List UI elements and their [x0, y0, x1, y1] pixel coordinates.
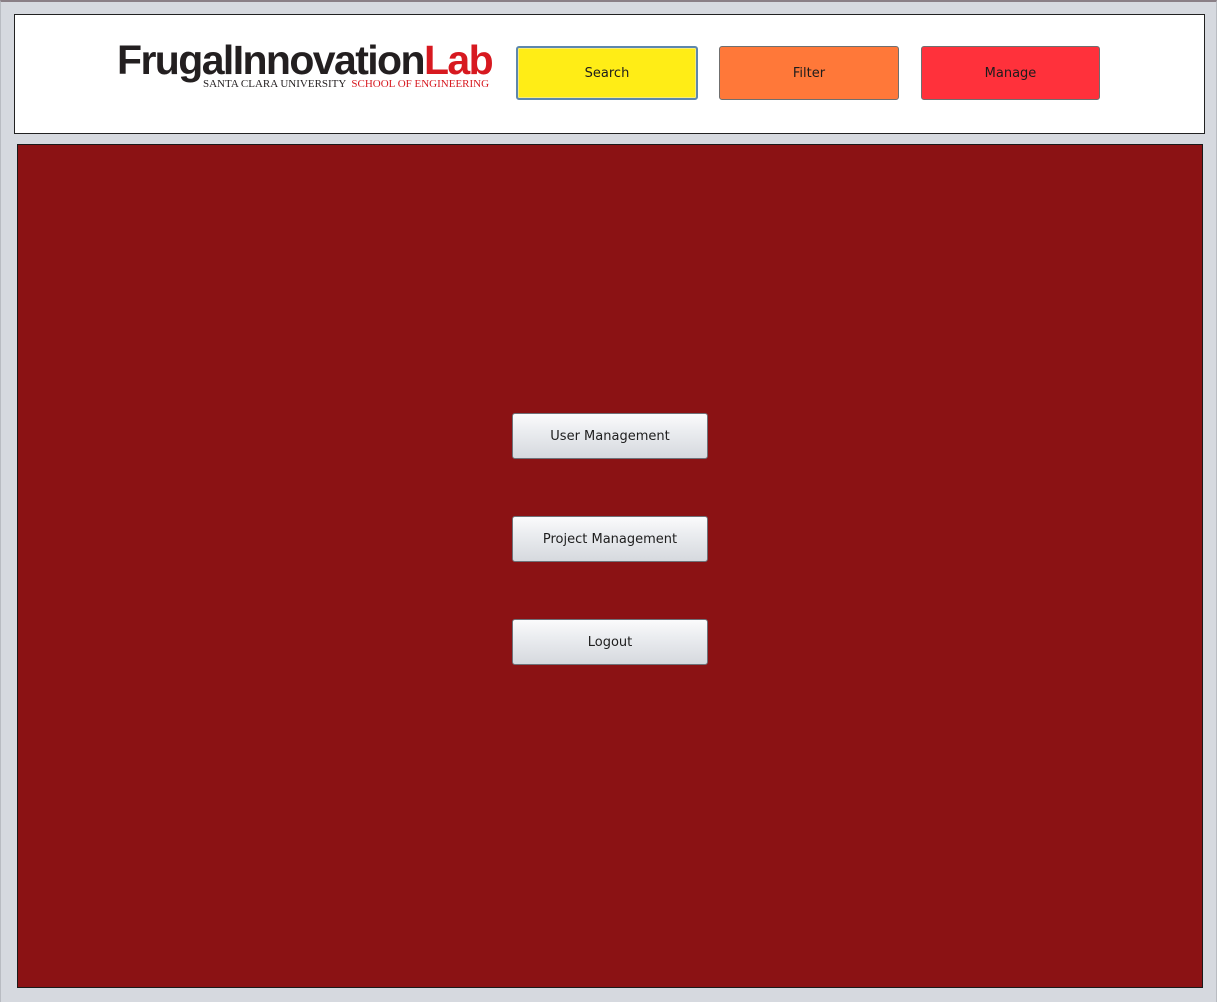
project-management-button[interactable]: Project Management [512, 516, 708, 562]
search-button[interactable]: Search [516, 46, 698, 100]
logo-university: SANTA CLARA UNIVERSITY [203, 78, 347, 90]
frugal-innovation-lab-logo: FrugalInnovationLab SANTA CLARA UNIVERSI… [117, 37, 494, 93]
logo-school: SCHOOL OF ENGINEERING [351, 78, 490, 90]
logo-subtitle: SANTA CLARA UNIVERSITY SCHOOL OF ENGINEER… [203, 77, 489, 91]
user-management-button[interactable]: User Management [512, 413, 708, 459]
logout-button[interactable]: Logout [512, 619, 708, 665]
main-panel: User Management Project Management Logou… [17, 144, 1203, 988]
header-bar: FrugalInnovationLab SANTA CLARA UNIVERSI… [14, 14, 1205, 134]
manage-button[interactable]: Manage [921, 46, 1100, 100]
filter-button[interactable]: Filter [719, 46, 899, 100]
